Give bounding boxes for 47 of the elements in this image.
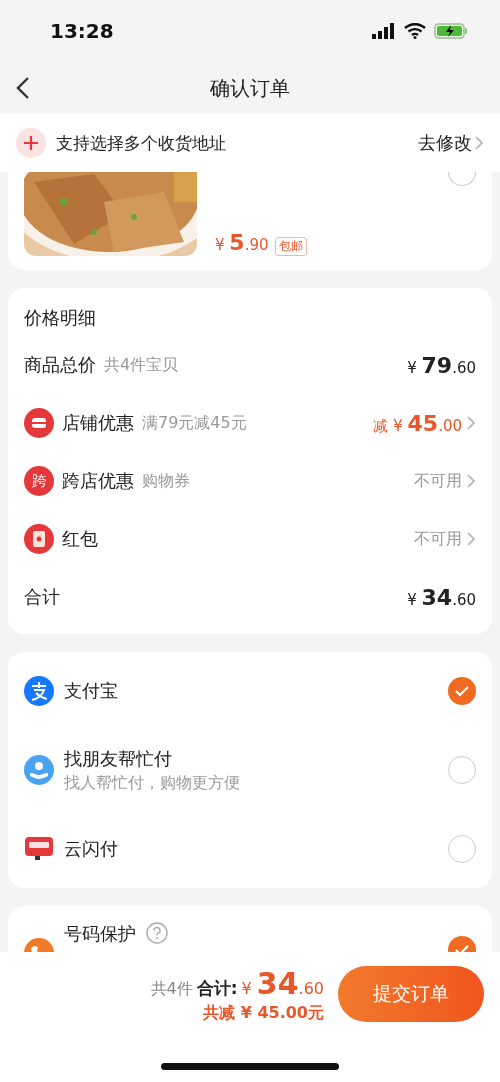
- row-status: 不可用: [414, 470, 462, 492]
- modify-link[interactable]: 去修改: [418, 131, 484, 155]
- wifi-icon: [404, 23, 426, 39]
- page-title: 确认订单: [210, 74, 290, 102]
- row-label: 合计: [24, 585, 60, 609]
- payment-label: 云闪付: [64, 837, 119, 861]
- item-count: 共4件: [150, 979, 193, 1000]
- free-shipping-tag: 包邮: [274, 237, 307, 256]
- row-note: 购物券: [142, 470, 191, 492]
- signal-icon: [372, 23, 396, 39]
- total-label: 合计:: [196, 977, 238, 1000]
- payment-label: 支付宝: [64, 679, 119, 703]
- row-label: 红包: [62, 527, 98, 551]
- product-price: ¥ 5.90: [215, 230, 269, 255]
- row-label: 商品总价: [24, 353, 96, 377]
- battery-charging-icon: [434, 23, 468, 39]
- plus-icon: [16, 128, 46, 158]
- cross-store-badge: 跨: [24, 466, 54, 496]
- alipay-icon: [24, 676, 54, 706]
- envelope-icon: [24, 524, 54, 554]
- help-icon[interactable]: [146, 922, 168, 944]
- row-label: 跨店优惠: [62, 469, 134, 493]
- row-amount: ¥ 34.60: [407, 584, 476, 610]
- payment-subtitle: 找人帮忙付，购物更方便: [64, 772, 241, 794]
- row-amount: 减 ¥ 45.00: [373, 410, 462, 436]
- total-amount: ¥ 34.60: [241, 966, 324, 1001]
- section-title: 价格明细: [24, 306, 97, 330]
- protection-label: 号码保护: [64, 922, 136, 946]
- store-icon: [24, 408, 54, 438]
- address-hint: 支持选择多个收货地址: [56, 131, 227, 155]
- chevron-right-icon: [466, 415, 476, 431]
- status-time: 13:28: [50, 19, 114, 43]
- payment-radio[interactable]: [448, 835, 476, 863]
- row-label: 店铺优惠: [62, 411, 134, 435]
- payment-label: 找朋友帮忙付: [64, 746, 173, 771]
- hand-coin-icon: [24, 755, 54, 785]
- check-icon: [454, 685, 470, 697]
- row-note: 满79元减45元: [142, 412, 248, 434]
- saving-amount: 共减 ¥ 45.00元: [203, 1003, 324, 1024]
- chevron-right-icon: [466, 473, 476, 489]
- chevron-right-icon: [474, 135, 484, 151]
- row-note: 共4件宝贝: [104, 354, 180, 376]
- row-amount: ¥ 79.60: [407, 352, 476, 378]
- payment-radio[interactable]: [448, 756, 476, 784]
- chevron-right-icon: [466, 531, 476, 547]
- payment-radio[interactable]: [448, 677, 476, 705]
- row-status: 不可用: [414, 528, 462, 550]
